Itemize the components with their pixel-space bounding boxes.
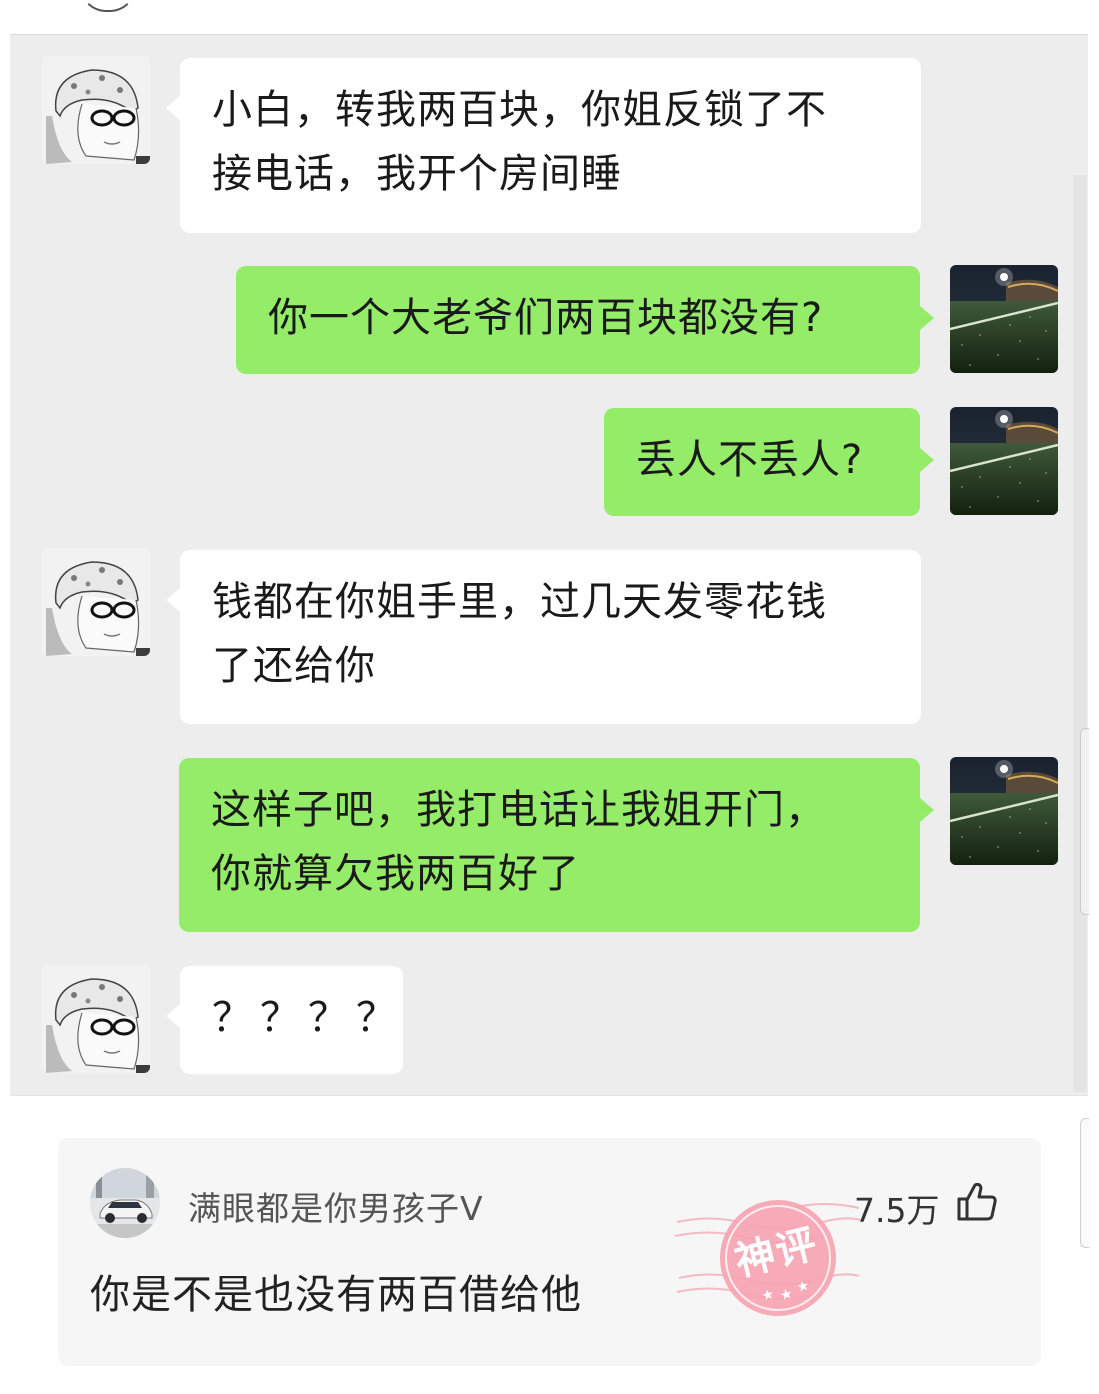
scrollbar-track[interactable] (1073, 175, 1087, 1092)
incoming-avatar[interactable] (42, 548, 150, 656)
comment-card[interactable]: 满眼都是你男孩子V 7.5万 你是不是也没有两百借给他 神评 ★ ★ ★ (58, 1138, 1041, 1366)
message-line: 你就算欠我两百好了 (211, 851, 580, 897)
outgoing-message-bubble[interactable]: 这样子吧，我打电话让我姐开门， 你就算欠我两百好了 (179, 758, 934, 932)
message-line: 丢人不丢人? (636, 437, 864, 483)
incoming-message-bubble[interactable]: ？？？？ (166, 966, 404, 1074)
message-line: 了还给你 (212, 643, 376, 689)
comment-text: 你是不是也没有两百借给他 (90, 1272, 582, 1318)
incoming-message-bubble[interactable]: 小白，转我两百块，你姐反锁了不 接电话，我开个房间睡 (166, 58, 921, 233)
outgoing-avatar[interactable] (950, 757, 1058, 865)
partial-avatar-edge (80, 0, 136, 12)
stadium-night-avatar-icon (950, 265, 1058, 373)
message-line: 你一个大老爷们两百块都没有? (268, 295, 824, 341)
hot-comment-stamp: 神评 ★ ★ ★ (674, 1200, 862, 1316)
outgoing-avatar[interactable] (950, 407, 1058, 515)
sketch-person-avatar-icon (42, 548, 150, 656)
incoming-avatar[interactable] (42, 56, 150, 164)
message-line: 这样子吧，我打电话让我姐开门， (211, 787, 826, 833)
outgoing-message-bubble[interactable]: 你一个大老爷们两百块都没有? (236, 266, 934, 374)
top-strip (0, 0, 1099, 34)
message-line: ？？？？ (212, 995, 404, 1041)
message-line: 接电话，我开个房间睡 (212, 151, 622, 197)
outgoing-avatar[interactable] (950, 265, 1058, 373)
outgoing-message-bubble[interactable]: 丢人不丢人? (604, 408, 934, 516)
commenter-avatar[interactable] (90, 1168, 160, 1238)
stadium-night-avatar-icon (950, 407, 1058, 515)
message-line: 小白，转我两百块，你姐反锁了不 (212, 87, 827, 133)
commenter-name[interactable]: 满眼都是你男孩子V (188, 1182, 484, 1230)
scrollbar-thumb[interactable] (1080, 728, 1089, 915)
sketch-person-avatar-icon (42, 56, 150, 164)
like-count: 7.5万 (854, 1191, 940, 1230)
incoming-avatar[interactable] (42, 965, 150, 1073)
thumbs-up-icon[interactable] (955, 1180, 999, 1224)
sketch-person-avatar-icon (42, 965, 150, 1073)
side-scroll-handle[interactable] (1080, 1118, 1089, 1248)
car-avatar-icon (90, 1168, 160, 1238)
message-line: 钱都在你姐手里，过几天发零花钱 (212, 579, 827, 625)
stadium-night-avatar-icon (950, 757, 1058, 865)
incoming-message-bubble[interactable]: 钱都在你姐手里，过几天发零花钱 了还给你 (166, 550, 921, 724)
